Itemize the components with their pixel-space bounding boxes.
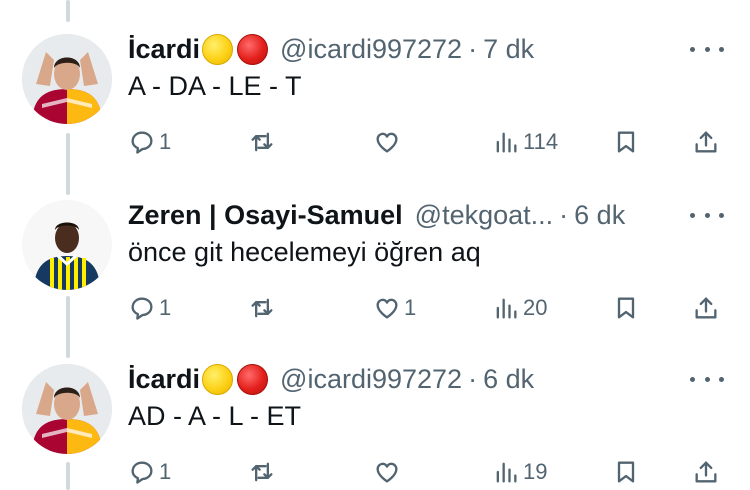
share-button[interactable] xyxy=(692,290,720,326)
heart-icon xyxy=(376,298,398,319)
share-button[interactable] xyxy=(692,454,720,490)
handle[interactable]: @tekgoat... xyxy=(415,200,553,231)
timestamp[interactable]: 7 dk xyxy=(483,34,534,65)
reply-count: 1 xyxy=(159,295,172,320)
speech-bubble-icon xyxy=(131,297,153,320)
retweet-arrows-icon xyxy=(251,132,273,152)
speech-bubble-icon xyxy=(131,131,153,154)
like-button[interactable] xyxy=(373,454,404,490)
action-bar: 1 19 xyxy=(128,454,728,490)
bookmark-button[interactable] xyxy=(612,454,640,490)
display-name[interactable]: Zeren | Osayi-Samuel xyxy=(128,200,403,231)
view-count: 114 xyxy=(523,129,559,154)
reply-button[interactable]: 1 xyxy=(128,454,171,490)
bookmark-icon xyxy=(617,461,635,483)
avatar[interactable] xyxy=(22,364,112,454)
handle[interactable]: @icardi997272 xyxy=(280,364,462,395)
view-count: 19 xyxy=(523,459,548,484)
avatar-image xyxy=(22,34,112,124)
avatar[interactable] xyxy=(22,34,112,124)
avatar-image xyxy=(22,200,112,290)
tweet-text: önce git hecelemeyi öğren aq xyxy=(128,237,481,267)
heart-icon xyxy=(376,132,398,153)
bar-chart-icon xyxy=(496,462,517,483)
share-upload-icon xyxy=(695,131,717,153)
reply-tweet-1[interactable]: İcardi @icardi997272 · 7 dk A - DA - LE … xyxy=(0,32,750,162)
red-circle-icon xyxy=(237,33,269,65)
separator: · xyxy=(468,363,478,394)
views-button[interactable]: 20 xyxy=(492,290,547,326)
bookmark-icon xyxy=(617,131,635,153)
like-button[interactable] xyxy=(373,124,404,160)
speech-bubble-icon xyxy=(131,461,153,484)
tweet-header: İcardi @icardi997272 · 7 dk xyxy=(128,32,534,66)
bookmark-icon xyxy=(617,297,635,319)
tweet-text: AD - A - L - ET xyxy=(128,401,302,431)
tweet-text: A - DA - LE - T xyxy=(128,71,302,101)
reply-button[interactable]: 1 xyxy=(128,124,171,160)
timestamp[interactable]: 6 dk xyxy=(574,200,625,231)
bar-chart-icon xyxy=(496,132,517,153)
handle[interactable]: @icardi997272 xyxy=(280,34,462,65)
more-dots-icon[interactable] xyxy=(690,372,724,386)
tweet-header: Zeren | Osayi-Samuel @tekgoat... · 6 dk xyxy=(128,198,625,232)
separator: · xyxy=(468,33,478,64)
red-circle-icon xyxy=(237,363,269,395)
separator: · xyxy=(559,199,569,230)
share-button[interactable] xyxy=(692,124,720,160)
action-bar: 1 114 xyxy=(128,124,728,160)
retweet-button[interactable] xyxy=(248,124,279,160)
avatar-image xyxy=(22,364,112,454)
timestamp[interactable]: 6 dk xyxy=(483,364,534,395)
like-button[interactable]: 1 xyxy=(373,290,416,326)
heart-icon xyxy=(376,462,398,483)
share-upload-icon xyxy=(695,297,717,319)
share-upload-icon xyxy=(695,461,717,483)
view-count: 20 xyxy=(523,295,548,320)
retweet-button[interactable] xyxy=(248,290,279,326)
reply-button[interactable]: 1 xyxy=(128,290,171,326)
views-button[interactable]: 19 xyxy=(492,454,547,490)
reply-tweet-2[interactable]: Zeren | Osayi-Samuel @tekgoat... · 6 dk … xyxy=(0,198,750,328)
like-count: 1 xyxy=(404,295,417,320)
more-dots-icon[interactable] xyxy=(690,208,724,222)
tweet-header: İcardi @icardi997272 · 6 dk xyxy=(128,362,534,396)
retweet-button[interactable] xyxy=(248,454,279,490)
retweet-arrows-icon xyxy=(251,298,273,318)
display-name[interactable]: İcardi xyxy=(128,364,200,395)
yellow-circle-icon xyxy=(202,363,234,395)
more-dots-icon[interactable] xyxy=(690,42,724,56)
thread-line-top xyxy=(66,0,70,22)
reply-count: 1 xyxy=(159,459,172,484)
action-bar: 1 1 20 xyxy=(128,290,728,326)
bar-chart-icon xyxy=(496,298,517,319)
views-button[interactable]: 114 xyxy=(492,124,558,160)
reply-tweet-3[interactable]: İcardi @icardi997272 · 6 dk AD - A - L -… xyxy=(0,362,750,490)
bookmark-button[interactable] xyxy=(612,290,640,326)
avatar[interactable] xyxy=(22,200,112,290)
bookmark-button[interactable] xyxy=(612,124,640,160)
retweet-arrows-icon xyxy=(251,462,273,482)
reply-count: 1 xyxy=(159,129,172,154)
display-name[interactable]: İcardi xyxy=(128,34,200,65)
yellow-circle-icon xyxy=(202,33,234,65)
